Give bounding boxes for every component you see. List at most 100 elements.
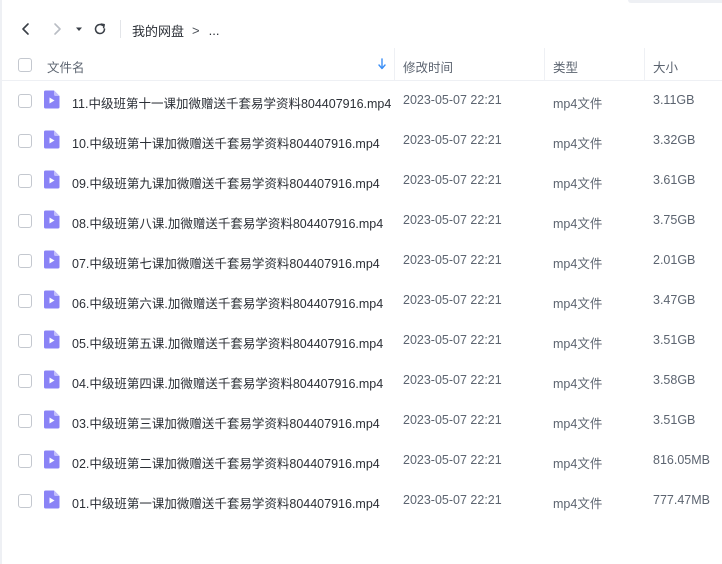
file-name: 10.中级班第十课加微赠送千套易学资料804407916.mp4 <box>72 137 380 151</box>
file-modified-time: 2023-05-07 22:21 <box>403 173 502 187</box>
column-header-modified[interactable]: 修改时间 <box>403 57 453 76</box>
file-name: 05.中级班第五课.加微赠送千套易学资料804407916.mp4 <box>72 337 384 351</box>
file-modified-time: 2023-05-07 22:21 <box>403 373 502 387</box>
file-name: 02.中级班第二课加微赠送千套易学资料804407916.mp4 <box>72 457 380 471</box>
breadcrumb-more[interactable]: ... <box>209 23 220 38</box>
table-header: 文件名 修改时间 类型 大小 <box>0 48 722 81</box>
row-checkbox[interactable] <box>18 254 32 268</box>
row-checkbox[interactable] <box>18 134 32 148</box>
video-file-icon <box>44 250 60 269</box>
file-size: 816.05MB <box>653 453 710 467</box>
video-file-icon <box>44 290 60 309</box>
breadcrumb: 我的网盘 > ... <box>132 21 219 39</box>
file-type: mp4文件 <box>553 257 603 271</box>
arrow-left-icon <box>22 23 29 35</box>
file-type: mp4文件 <box>553 297 603 311</box>
file-modified-time: 2023-05-07 22:21 <box>403 133 502 147</box>
breadcrumb-separator: > <box>192 22 200 38</box>
file-size: 3.51GB <box>653 333 696 347</box>
video-file-icon <box>44 410 60 429</box>
file-size: 3.51GB <box>653 413 696 427</box>
table-row[interactable]: 08.中级班第八课.加微赠送千套易学资料804407916.mp4 2023-05… <box>0 200 722 240</box>
back-button[interactable] <box>15 18 37 40</box>
row-checkbox[interactable] <box>18 414 32 428</box>
file-modified-time: 2023-05-07 22:21 <box>403 93 502 107</box>
file-size: 3.58GB <box>653 373 696 387</box>
file-type: mp4文件 <box>553 417 603 431</box>
file-type: mp4文件 <box>553 497 603 511</box>
table-row[interactable]: 07.中级班第七课加微赠送千套易学资料804407916.mp4 2023-05-… <box>0 240 722 280</box>
table-row[interactable]: 02.中级班第二课加微赠送千套易学资料804407916.mp4 2023-05-… <box>0 440 722 480</box>
row-checkbox[interactable] <box>18 174 32 188</box>
column-divider[interactable] <box>644 48 645 80</box>
file-size: 3.11GB <box>653 93 695 107</box>
file-name: 11.中级班第十一课加微赠送千套易学资料804407916.mp4 <box>72 97 392 111</box>
file-size: 3.32GB <box>653 133 696 147</box>
file-size: 3.75GB <box>653 213 696 227</box>
column-header-type[interactable]: 类型 <box>553 57 578 76</box>
breadcrumb-root[interactable]: 我的网盘 <box>132 21 184 40</box>
file-modified-time: 2023-05-07 22:21 <box>403 293 502 307</box>
video-file-icon <box>44 330 60 349</box>
file-modified-time: 2023-05-07 22:21 <box>403 333 502 347</box>
file-browser: 我的网盘 > ... 文件名 修改时间 类型 大小 11.中级班第十一课加微赠送… <box>0 0 722 564</box>
row-checkbox[interactable] <box>18 294 32 308</box>
table-row[interactable]: 10.中级班第十课加微赠送千套易学资料804407916.mp4 2023-05-… <box>0 120 722 160</box>
video-file-icon <box>44 450 60 469</box>
video-file-icon <box>44 490 60 509</box>
file-modified-time: 2023-05-07 22:21 <box>403 213 502 227</box>
column-divider[interactable] <box>544 48 545 80</box>
select-all-checkbox[interactable] <box>18 58 32 72</box>
column-divider[interactable] <box>394 48 395 80</box>
video-file-icon <box>44 170 60 189</box>
table-row[interactable]: 11.中级班第十一课加微赠送千套易学资料804407916.mp4 2023-05… <box>0 80 722 120</box>
column-header-size[interactable]: 大小 <box>653 57 678 76</box>
file-name: 03.中级班第三课加微赠送千套易学资料804407916.mp4 <box>72 417 380 431</box>
file-size: 777.47MB <box>653 493 710 507</box>
file-type: mp4文件 <box>553 177 603 191</box>
file-name: 01.中级班第一课加微赠送千套易学资料804407916.mp4 <box>72 497 380 511</box>
file-type: mp4文件 <box>553 337 603 351</box>
toolbar-divider <box>120 20 121 38</box>
column-header-name[interactable]: 文件名 <box>47 57 85 76</box>
history-dropdown-button[interactable] <box>69 18 89 40</box>
sort-down-icon[interactable] <box>377 58 387 70</box>
file-modified-time: 2023-05-07 22:21 <box>403 253 502 267</box>
file-modified-time: 2023-05-07 22:21 <box>403 493 502 507</box>
file-modified-time: 2023-05-07 22:21 <box>403 453 502 467</box>
file-size: 3.61GB <box>653 173 696 187</box>
refresh-icon <box>94 23 106 35</box>
file-type: mp4文件 <box>553 377 603 391</box>
file-name: 07.中级班第七课加微赠送千套易学资料804407916.mp4 <box>72 257 380 271</box>
file-type: mp4文件 <box>553 457 603 471</box>
table-row[interactable]: 05.中级班第五课.加微赠送千套易学资料804407916.mp4 2023-05… <box>0 320 722 360</box>
row-checkbox[interactable] <box>18 94 32 108</box>
file-name: 08.中级班第八课.加微赠送千套易学资料804407916.mp4 <box>72 217 384 231</box>
table-row[interactable]: 06.中级班第六课.加微赠送千套易学资料804407916.mp4 2023-05… <box>0 280 722 320</box>
video-file-icon <box>44 130 60 149</box>
toolbar: 我的网盘 > ... <box>0 0 722 54</box>
file-type: mp4文件 <box>553 217 603 231</box>
table-row[interactable]: 04.中级班第四课.加微赠送千套易学资料804407916.mp4 2023-05… <box>0 360 722 400</box>
table-row[interactable]: 01.中级班第一课加微赠送千套易学资料804407916.mp4 2023-05-… <box>0 480 722 520</box>
forward-button[interactable] <box>46 18 68 40</box>
row-checkbox[interactable] <box>18 214 32 228</box>
table-row[interactable]: 03.中级班第三课加微赠送千套易学资料804407916.mp4 2023-05-… <box>0 400 722 440</box>
file-size: 3.47GB <box>653 293 696 307</box>
arrow-right-icon <box>54 23 61 35</box>
file-name: 09.中级班第九课加微赠送千套易学资料804407916.mp4 <box>72 177 380 191</box>
file-type: mp4文件 <box>553 97 603 111</box>
caret-down-icon <box>76 27 82 31</box>
file-type: mp4文件 <box>553 137 603 151</box>
row-checkbox[interactable] <box>18 374 32 388</box>
row-checkbox[interactable] <box>18 454 32 468</box>
file-size: 2.01GB <box>653 253 696 267</box>
file-name: 04.中级班第四课.加微赠送千套易学资料804407916.mp4 <box>72 377 384 391</box>
refresh-button[interactable] <box>89 18 111 40</box>
video-file-icon <box>44 210 60 229</box>
file-modified-time: 2023-05-07 22:21 <box>403 413 502 427</box>
table-row[interactable]: 09.中级班第九课加微赠送千套易学资料804407916.mp4 2023-05-… <box>0 160 722 200</box>
row-checkbox[interactable] <box>18 334 32 348</box>
row-checkbox[interactable] <box>18 494 32 508</box>
file-name: 06.中级班第六课.加微赠送千套易学资料804407916.mp4 <box>72 297 384 311</box>
